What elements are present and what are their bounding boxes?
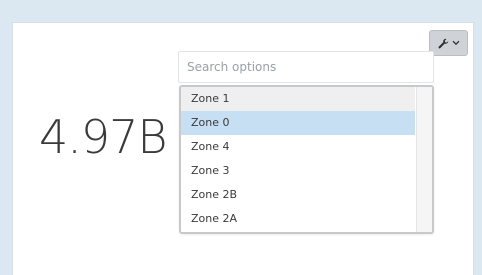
dropdown-scrollbar[interactable] bbox=[416, 87, 432, 232]
chevron-down-icon bbox=[452, 40, 460, 46]
option-zone-2a[interactable]: Zone 2A bbox=[181, 207, 415, 231]
options-dropdown[interactable]: Zone 1 Zone 0 Zone 4 Zone 3 Zone 2B Zone… bbox=[179, 85, 434, 234]
search-box[interactable] bbox=[178, 51, 434, 83]
widget-settings-button[interactable] bbox=[429, 30, 468, 56]
option-zone-0[interactable]: Zone 0 bbox=[181, 111, 415, 135]
option-zone-1[interactable]: Zone 1 bbox=[181, 87, 415, 111]
search-input[interactable] bbox=[179, 52, 433, 82]
scrollbar-thumb[interactable] bbox=[419, 89, 430, 121]
option-zone-4[interactable]: Zone 4 bbox=[181, 135, 415, 159]
wrench-icon bbox=[438, 38, 449, 49]
metric-widget-panel: 4.97B Zone 1 Zone 0 Zone 4 Zone 3 Zone 2… bbox=[12, 22, 474, 275]
metric-value: 4.97B bbox=[39, 110, 168, 164]
option-zone-3[interactable]: Zone 3 bbox=[181, 159, 415, 183]
options-list: Zone 1 Zone 0 Zone 4 Zone 3 Zone 2B Zone… bbox=[181, 87, 415, 231]
option-zone-2b[interactable]: Zone 2B bbox=[181, 183, 415, 207]
